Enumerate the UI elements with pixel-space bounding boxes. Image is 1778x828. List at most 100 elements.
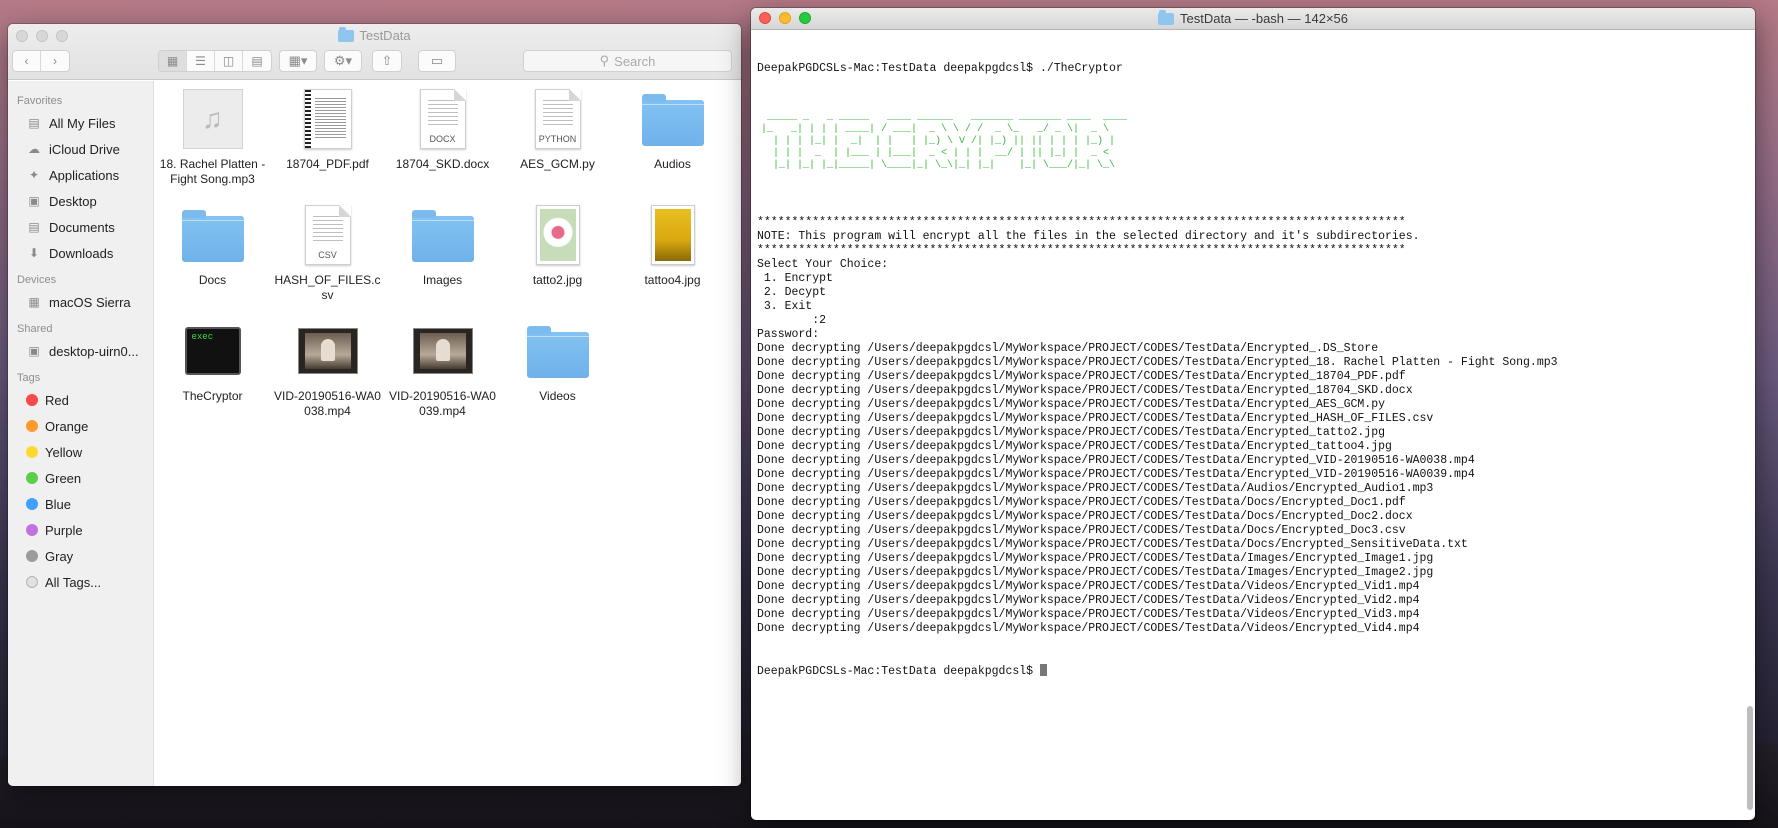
sidebar-item-label: macOS Sierra: [49, 294, 131, 310]
list-view-button[interactable]: ☰: [187, 51, 215, 71]
share-button[interactable]: ⇧: [372, 50, 402, 72]
file-name: 18. Rachel Platten - Fight Song.mp3: [159, 157, 266, 186]
sidebar-item-icloud-drive[interactable]: ☁ iCloud Drive: [8, 136, 153, 162]
sidebar-item-applications[interactable]: ✦ Applications: [8, 162, 153, 188]
file-item[interactable]: Videos: [500, 319, 615, 435]
file-item[interactable]: tatto2.jpg: [500, 203, 615, 319]
tag-dot-icon: [26, 472, 38, 484]
output-line: Select Your Choice:: [757, 258, 889, 271]
image-file-icon: [641, 203, 705, 267]
file-name: tatto2.jpg: [532, 273, 583, 287]
search-placeholder: Search: [614, 53, 656, 69]
file-name: Audios: [654, 157, 691, 171]
tag-green[interactable]: Green: [8, 465, 153, 491]
file-name: Videos: [539, 389, 576, 403]
banner-line: _____ _ _ _____ ____ ______ _______ ____…: [761, 112, 1140, 123]
file-item[interactable]: VID-20190516-WA0039.mp4: [385, 319, 500, 435]
file-item[interactable]: PYTHON AES_GCM.py: [500, 87, 615, 203]
video-file-icon: [296, 319, 360, 383]
final-prompt: DeepakPGDCSLs-Mac:TestData deepakpgdcsl$: [757, 664, 1749, 678]
arrange-button[interactable]: ▦▾: [279, 50, 317, 72]
document-icon: PYTHON: [526, 87, 590, 151]
folder-icon: [526, 319, 590, 383]
column-view-button[interactable]: ◫: [215, 51, 243, 71]
tag-dot-icon: [26, 498, 38, 510]
file-name: VID-20190516-WA0039.mp4: [389, 389, 496, 418]
file-item[interactable]: tattoo4.jpg: [615, 203, 730, 319]
sidebar-item-downloads[interactable]: ⬇ Downloads: [8, 240, 153, 266]
file-item[interactable]: Audios: [615, 87, 730, 203]
tag-label: All Tags...: [45, 574, 102, 590]
tag-dot-icon: [26, 524, 38, 536]
cover-flow-button[interactable]: ▤: [243, 51, 271, 71]
terminal-window: TestData — -bash — 142×56 DeepakPGDCSLs-…: [751, 8, 1755, 820]
back-button[interactable]: ‹: [13, 51, 41, 71]
output-line: Done decrypting /Users/deepakpgdcsl/MyWo…: [757, 370, 1406, 383]
file-item[interactable]: DOCX 18704_SKD.docx: [385, 87, 500, 203]
folder-icon: [411, 203, 475, 267]
tag-label: Yellow: [45, 444, 83, 460]
icon-view-button[interactable]: ▦: [159, 51, 187, 71]
finder-window: TestData ‹ › ▦ ☰ ◫ ▤ ▦▾ ⚙▾ ⇧ ▭ ⚲ Search …: [8, 24, 741, 786]
tag-dot-icon: [26, 446, 38, 458]
file-item[interactable]: VID-20190516-WA0038.mp4: [270, 319, 385, 435]
file-item[interactable]: CSV HASH_OF_FILES.csv: [270, 203, 385, 319]
audio-file-icon: ♫: [181, 87, 245, 151]
search-field[interactable]: ⚲ Search: [523, 50, 732, 72]
file-name: Docs: [198, 273, 227, 287]
sidebar-item-desktop[interactable]: ▣ Desktop: [8, 188, 153, 214]
output-line: Done decrypting /Users/deepakpgdcsl/MyWo…: [757, 538, 1468, 551]
forward-button[interactable]: ›: [41, 51, 69, 71]
file-item[interactable]: Docs: [155, 203, 270, 319]
output-line: 2. Decypt: [757, 286, 827, 299]
tag-gray[interactable]: Gray: [8, 543, 153, 569]
output-line: Done decrypting /Users/deepakpgdcsl/MyWo…: [757, 510, 1413, 523]
tag-dot-icon: [26, 394, 38, 406]
terminal-scrollbar[interactable]: [1747, 706, 1753, 810]
banner-line: |_| |_| |_|_____| \____|_| \_\|_| |_| |_…: [761, 160, 1116, 171]
tag-button[interactable]: ▭: [418, 50, 456, 72]
sidebar-device-macos-sierra[interactable]: ▦ macOS Sierra: [8, 289, 153, 315]
output-line: 3. Exit: [757, 300, 813, 313]
folder-icon: [641, 87, 705, 151]
tag-yellow[interactable]: Yellow: [8, 439, 153, 465]
ascii-banner: _____ _ _ _____ ____ ______ _______ ____…: [761, 104, 1749, 188]
file-name: VID-20190516-WA0038.mp4: [274, 389, 381, 418]
file-item[interactable]: exec TheCryptor: [155, 319, 270, 435]
tag-red[interactable]: Red: [8, 387, 153, 413]
output-line: Done decrypting /Users/deepakpgdcsl/MyWo…: [757, 412, 1434, 425]
tag-orange[interactable]: Orange: [8, 413, 153, 439]
tags-header: Tags: [17, 372, 41, 384]
file-name: tattoo4.jpg: [644, 273, 701, 287]
action-button[interactable]: ⚙▾: [324, 50, 362, 72]
tag-all-tags[interactable]: All Tags...: [8, 569, 153, 595]
file-item[interactable]: ♫ 18. Rachel Platten - Fight Song.mp3: [155, 87, 270, 203]
terminal-titlebar: TestData — -bash — 142×56: [751, 8, 1755, 30]
pdf-file-icon: [296, 87, 360, 151]
document-icon: DOCX: [411, 87, 475, 151]
file-item[interactable]: 18704_PDF.pdf: [270, 87, 385, 203]
all-files-icon: ▤: [28, 116, 40, 130]
file-item[interactable]: Images: [385, 203, 500, 319]
documents-icon: ▤: [28, 220, 40, 234]
folder-icon: [1157, 9, 1174, 25]
sidebar-shared-desktop-uirn0[interactable]: ▣ desktop-uirn0...: [8, 338, 153, 364]
output-line: Password:: [757, 328, 820, 341]
terminal-title-text: TestData — -bash — 142×56: [1179, 11, 1348, 26]
sidebar-item-label: Desktop: [49, 193, 97, 209]
sidebar-item-documents[interactable]: ▤ Documents: [8, 214, 153, 240]
terminal-lines: ****************************************…: [757, 216, 1749, 636]
view-mode-group: ▦ ☰ ◫ ▤: [158, 50, 272, 72]
tag-dot-icon: [26, 420, 38, 432]
banner-line: | | | |_| | _| | | | |_) \ V /| |_) || |…: [761, 136, 1116, 147]
tag-blue[interactable]: Blue: [8, 491, 153, 517]
command-line: DeepakPGDCSLs-Mac:TestData deepakpgdcsl$…: [757, 62, 1123, 75]
tag-dot-icon: [26, 550, 38, 562]
sidebar-item-all-my-files[interactable]: ▤ All My Files: [8, 110, 153, 136]
output-line: Done decrypting /Users/deepakpgdcsl/MyWo…: [757, 356, 1558, 369]
terminal-output[interactable]: DeepakPGDCSLs-Mac:TestData deepakpgdcsl$…: [751, 30, 1755, 820]
downloads-icon: ⬇: [28, 246, 40, 260]
output-line: Done decrypting /Users/deepakpgdcsl/MyWo…: [757, 524, 1406, 537]
tag-purple[interactable]: Purple: [8, 517, 153, 543]
output-line: Done decrypting /Users/deepakpgdcsl/MyWo…: [757, 342, 1379, 355]
